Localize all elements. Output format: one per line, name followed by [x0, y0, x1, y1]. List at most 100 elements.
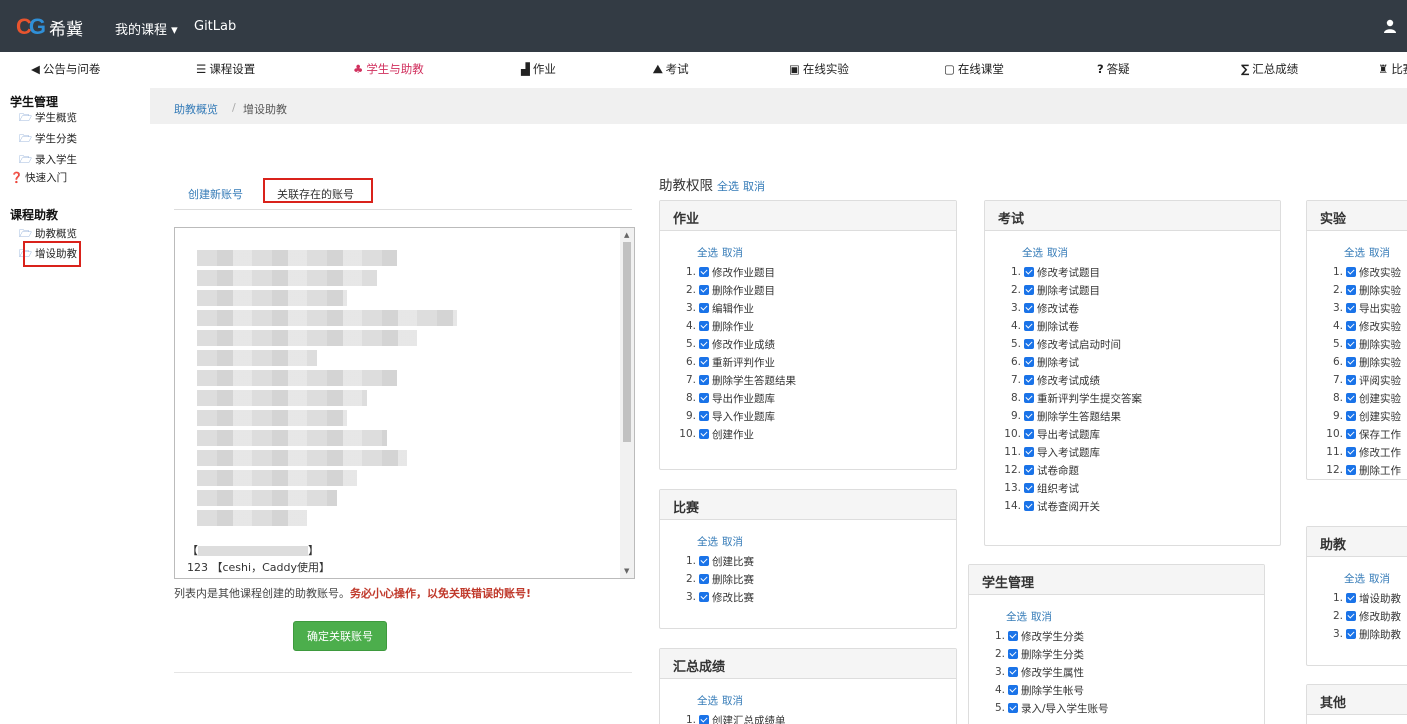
nav-announcements[interactable]: ◀ 公告与问卷: [31, 61, 100, 77]
permission-item[interactable]: 8. 导出作业题库: [678, 389, 956, 407]
permission-item[interactable]: 14. 试卷查阅开关: [1003, 497, 1280, 515]
nav-online-lab[interactable]: ▣ 在线实验: [789, 61, 849, 77]
permission-item[interactable]: 4. 删除作业: [678, 317, 956, 335]
permission-item[interactable]: 1. 修改学生分类: [987, 627, 1264, 645]
permission-item[interactable]: 6. 删除实验: [1325, 353, 1407, 371]
checkbox-checked-icon[interactable]: [1346, 465, 1356, 475]
select-all-link[interactable]: 全选: [1022, 247, 1043, 259]
checkbox-checked-icon[interactable]: [699, 574, 709, 584]
permissions-cancel-link[interactable]: 取消: [743, 180, 765, 193]
select-all-link[interactable]: 全选: [1344, 247, 1365, 259]
my-course-dropdown[interactable]: 我的课程 ▾: [115, 19, 178, 38]
checkbox-checked-icon[interactable]: [1346, 447, 1356, 457]
checkbox-checked-icon[interactable]: [1346, 611, 1356, 621]
permission-item[interactable]: 2. 删除作业题目: [678, 281, 956, 299]
sidebar-item-enroll-student[interactable]: 🗁 录入学生: [19, 152, 77, 170]
permission-item[interactable]: 1. 创建汇总成绩单: [678, 711, 956, 724]
nav-summary-grades[interactable]: ∑ 汇总成绩: [1241, 61, 1298, 77]
checkbox-checked-icon[interactable]: [1008, 703, 1018, 713]
permission-item[interactable]: 12. 删除工作: [1325, 461, 1407, 479]
checkbox-checked-icon[interactable]: [1024, 429, 1034, 439]
scroll-up-icon[interactable]: ▲: [624, 231, 629, 239]
permission-item[interactable]: 4. 删除试卷: [1003, 317, 1280, 335]
permission-item[interactable]: 3. 修改学生属性: [987, 663, 1264, 681]
checkbox-checked-icon[interactable]: [1346, 393, 1356, 403]
checkbox-checked-icon[interactable]: [1346, 339, 1356, 349]
user-icon[interactable]: [1383, 19, 1397, 33]
permission-item[interactable]: 5. 录入/导入学生账号: [987, 699, 1264, 717]
permission-item[interactable]: 5. 修改作业成绩: [678, 335, 956, 353]
sidebar-item-quick-start[interactable]: ❓ 快速入门: [10, 170, 67, 185]
checkbox-checked-icon[interactable]: [1008, 667, 1018, 677]
permissions-select-all-link[interactable]: 全选: [717, 180, 739, 193]
breadcrumb-link-ta-overview[interactable]: 助教概览: [174, 101, 218, 117]
checkbox-checked-icon[interactable]: [1024, 393, 1034, 403]
cancel-link[interactable]: 取消: [1047, 247, 1068, 259]
permission-item[interactable]: 7. 修改考试成绩: [1003, 371, 1280, 389]
checkbox-checked-icon[interactable]: [699, 303, 709, 313]
permission-item[interactable]: 4. 删除学生帐号: [987, 681, 1264, 699]
list-scrollbar[interactable]: ▲ ▼: [620, 228, 634, 578]
checkbox-checked-icon[interactable]: [1024, 357, 1034, 367]
checkbox-checked-icon[interactable]: [1024, 321, 1034, 331]
checkbox-checked-icon[interactable]: [1346, 593, 1356, 603]
permission-item[interactable]: 1. 创建比赛: [678, 552, 956, 570]
permission-item[interactable]: 3. 修改试卷: [1003, 299, 1280, 317]
checkbox-checked-icon[interactable]: [699, 285, 709, 295]
cancel-link[interactable]: 取消: [1369, 247, 1390, 259]
checkbox-checked-icon[interactable]: [1008, 685, 1018, 695]
permission-item[interactable]: 7. 删除学生答题结果: [678, 371, 956, 389]
checkbox-checked-icon[interactable]: [699, 715, 709, 724]
permission-item[interactable]: 9. 创建实验: [1325, 407, 1407, 425]
permission-item[interactable]: 2. 删除学生分类: [987, 645, 1264, 663]
checkbox-checked-icon[interactable]: [1346, 285, 1356, 295]
permission-item[interactable]: 3. 修改比赛: [678, 588, 956, 606]
checkbox-checked-icon[interactable]: [699, 592, 709, 602]
scroll-down-icon[interactable]: ▼: [624, 567, 629, 575]
checkbox-checked-icon[interactable]: [1024, 501, 1034, 511]
checkbox-checked-icon[interactable]: [1008, 649, 1018, 659]
checkbox-checked-icon[interactable]: [699, 321, 709, 331]
tab-create-account[interactable]: 创建新账号: [188, 186, 243, 202]
nav-exam[interactable]: ⛰ 考试: [653, 61, 689, 77]
select-all-link[interactable]: 全选: [1006, 611, 1027, 623]
permission-item[interactable]: 12. 试卷命题: [1003, 461, 1280, 479]
permission-item[interactable]: 11. 导入考试题库: [1003, 443, 1280, 461]
select-all-link[interactable]: 全选: [697, 695, 718, 707]
checkbox-checked-icon[interactable]: [1346, 375, 1356, 385]
list-item[interactable]: 【】: [187, 542, 319, 558]
permission-item[interactable]: 10. 创建作业: [678, 425, 956, 443]
nav-contest[interactable]: ♜比赛: [1378, 61, 1407, 77]
sidebar-item-student-overview[interactable]: 🗁 学生概览: [19, 110, 77, 128]
checkbox-checked-icon[interactable]: [1346, 303, 1356, 313]
checkbox-checked-icon[interactable]: [699, 429, 709, 439]
checkbox-checked-icon[interactable]: [1346, 267, 1356, 277]
checkbox-checked-icon[interactable]: [1024, 411, 1034, 421]
permission-item[interactable]: 1. 修改作业题目: [678, 263, 956, 281]
permission-item[interactable]: 11. 修改工作: [1325, 443, 1407, 461]
checkbox-checked-icon[interactable]: [699, 393, 709, 403]
nav-online-class[interactable]: ▢ 在线课堂: [944, 61, 1004, 77]
permission-item[interactable]: 5. 修改考试启动时间: [1003, 335, 1280, 353]
permission-item[interactable]: 10. 保存工作: [1325, 425, 1407, 443]
confirm-link-account-button[interactable]: 确定关联账号: [293, 621, 387, 651]
checkbox-checked-icon[interactable]: [1024, 285, 1034, 295]
permission-item[interactable]: 1. 增设助教: [1325, 589, 1407, 607]
permission-item[interactable]: 10. 导出考试题库: [1003, 425, 1280, 443]
gitlab-link[interactable]: GitLab: [194, 19, 236, 34]
permission-item[interactable]: 2. 删除比赛: [678, 570, 956, 588]
checkbox-checked-icon[interactable]: [1008, 631, 1018, 641]
cancel-link[interactable]: 取消: [722, 695, 743, 707]
select-all-link[interactable]: 全选: [1344, 573, 1365, 585]
checkbox-checked-icon[interactable]: [1346, 629, 1356, 639]
permission-item[interactable]: 7. 评阅实验: [1325, 371, 1407, 389]
permission-item[interactable]: 3. 删除助教: [1325, 625, 1407, 643]
checkbox-checked-icon[interactable]: [1024, 465, 1034, 475]
permission-item[interactable]: 9. 删除学生答题结果: [1003, 407, 1280, 425]
cancel-link[interactable]: 取消: [1031, 611, 1052, 623]
checkbox-checked-icon[interactable]: [699, 267, 709, 277]
permission-item[interactable]: 6. 重新评判作业: [678, 353, 956, 371]
checkbox-checked-icon[interactable]: [1346, 357, 1356, 367]
select-all-link[interactable]: 全选: [697, 536, 718, 548]
scrollbar-thumb[interactable]: [623, 242, 631, 442]
